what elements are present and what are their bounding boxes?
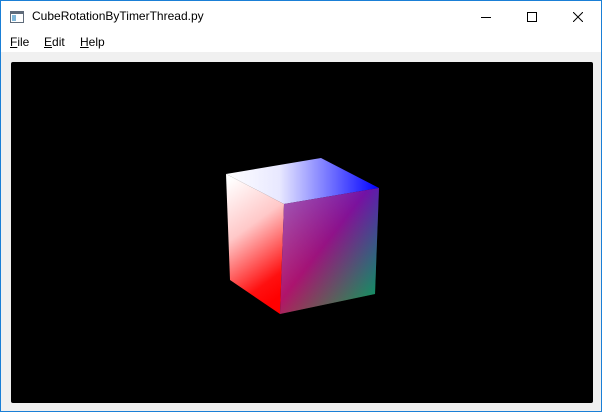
menu-edit-label: dit: [52, 35, 65, 49]
menu-help[interactable]: Help: [80, 35, 105, 49]
title-bar[interactable]: CubeRotationByTimerThread.py: [1, 1, 601, 32]
maximize-button[interactable]: [509, 1, 555, 32]
close-button[interactable]: [555, 1, 601, 32]
minimize-icon: [481, 12, 491, 22]
menu-help-label: elp: [88, 35, 105, 49]
app-window: CubeRotationByTimerThread.py File Edit H…: [0, 0, 602, 412]
menu-edit[interactable]: Edit: [44, 35, 65, 49]
menu-file[interactable]: File: [10, 35, 29, 49]
opengl-viewport[interactable]: [11, 62, 593, 403]
window-app-icon[interactable]: [10, 10, 24, 23]
menu-edit-mnemonic: E: [44, 35, 53, 49]
maximize-icon: [527, 11, 537, 22]
menu-file-label: ile: [17, 35, 30, 49]
window-title: CubeRotationByTimerThread.py: [32, 9, 204, 23]
close-icon: [573, 11, 583, 22]
minimize-button[interactable]: [463, 1, 509, 32]
menu-bar: File Edit Help: [1, 32, 601, 52]
rotating-cube: [226, 158, 379, 314]
menu-help-mnemonic: H: [80, 35, 89, 49]
